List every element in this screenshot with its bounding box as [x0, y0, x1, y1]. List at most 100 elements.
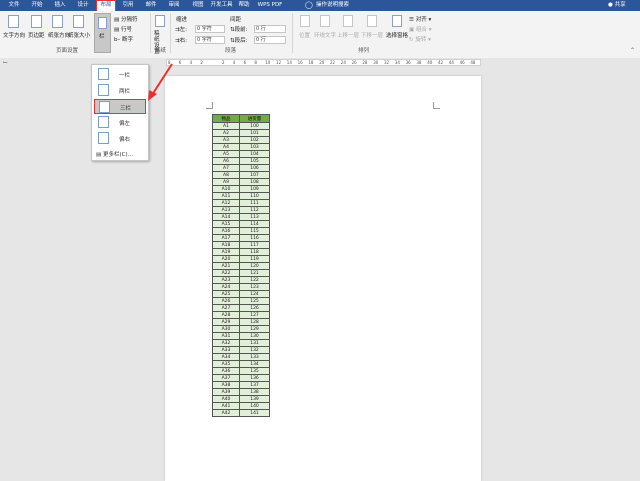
horizontal-ruler[interactable]: 8 6 4 2 2 4 6 8 10 12 14 16 18 20 22 24 26 28 30 32 34 36 38 40…: [166, 59, 481, 66]
item-cell[interactable]: A35: [212, 360, 240, 368]
quantity-cell[interactable]: 102: [239, 136, 270, 144]
item-cell[interactable]: A36: [212, 367, 240, 375]
item-cell[interactable]: A27: [212, 304, 240, 312]
item-cell[interactable]: A24: [212, 283, 240, 291]
tab-7[interactable]: 审阅: [166, 0, 182, 11]
item-cell[interactable]: A19: [212, 248, 240, 256]
spacing-after-input[interactable]: 0 行: [254, 36, 286, 44]
columns-option-0[interactable]: 一栏: [94, 67, 146, 82]
columns-option-3[interactable]: 偏左: [94, 115, 146, 130]
item-cell[interactable]: A42: [212, 409, 240, 417]
quantity-cell[interactable]: 114: [239, 220, 270, 228]
quantity-cell[interactable]: 101: [239, 129, 270, 137]
tab-6[interactable]: 邮件: [143, 0, 159, 11]
quantity-cell[interactable]: 138: [239, 388, 270, 396]
quantity-cell[interactable]: 126: [239, 304, 270, 312]
quantity-cell[interactable]: 132: [239, 346, 270, 354]
tab-0[interactable]: 文件: [6, 0, 22, 11]
wrap-text-button[interactable]: 环绕文字: [314, 31, 336, 39]
item-cell[interactable]: A29: [212, 318, 240, 326]
data-table[interactable]: 物品 进货量 A1 100 A2 101 A3 102 A4 103 A5 104 A6 105 A7 1…: [212, 114, 270, 417]
item-cell[interactable]: A18: [212, 241, 240, 249]
quantity-cell[interactable]: 118: [239, 248, 270, 256]
item-cell[interactable]: A22: [212, 269, 240, 277]
item-cell[interactable]: A41: [212, 402, 240, 410]
item-cell[interactable]: A11: [212, 192, 240, 200]
quantity-cell[interactable]: 130: [239, 332, 270, 340]
item-cell[interactable]: A37: [212, 374, 240, 382]
tab-3[interactable]: 设计: [75, 0, 91, 11]
quantity-cell[interactable]: 121: [239, 269, 270, 277]
quantity-cell[interactable]: 129: [239, 325, 270, 333]
quantity-cell[interactable]: 112: [239, 206, 270, 214]
quantity-cell[interactable]: 106: [239, 164, 270, 172]
item-cell[interactable]: A20: [212, 255, 240, 263]
item-cell[interactable]: A2: [212, 129, 240, 137]
tell-me-search[interactable]: 操作说明搜索: [316, 0, 349, 11]
item-cell[interactable]: A7: [212, 164, 240, 172]
margins-button[interactable]: 页边距: [28, 31, 45, 39]
header-cell-quantity[interactable]: 进货量: [239, 114, 270, 123]
tab-9[interactable]: 开发工具: [210, 0, 233, 11]
item-cell[interactable]: A15: [212, 220, 240, 228]
item-cell[interactable]: A28: [212, 311, 240, 319]
item-cell[interactable]: A26: [212, 297, 240, 305]
quantity-cell[interactable]: 128: [239, 318, 270, 326]
quantity-cell[interactable]: 119: [239, 255, 270, 263]
more-columns-item[interactable]: ▤ 更多栏(C)...: [96, 150, 133, 158]
indent-left-input[interactable]: 0 字符: [195, 25, 225, 33]
item-cell[interactable]: A3: [212, 136, 240, 144]
orientation-button[interactable]: 纸张方向: [48, 31, 70, 39]
rotate-button[interactable]: ↻ 旋转 ▾: [409, 35, 431, 43]
item-cell[interactable]: A25: [212, 290, 240, 298]
quantity-cell[interactable]: 137: [239, 381, 270, 389]
quantity-cell[interactable]: 124: [239, 290, 270, 298]
quantity-cell[interactable]: 125: [239, 297, 270, 305]
item-cell[interactable]: A17: [212, 234, 240, 242]
item-cell[interactable]: A16: [212, 227, 240, 235]
quantity-cell[interactable]: 136: [239, 374, 270, 382]
tab-8[interactable]: 视图: [190, 0, 206, 11]
quantity-cell[interactable]: 127: [239, 311, 270, 319]
item-cell[interactable]: A5: [212, 150, 240, 158]
quantity-cell[interactable]: 134: [239, 360, 270, 368]
item-cell[interactable]: A14: [212, 213, 240, 221]
quantity-cell[interactable]: 141: [239, 409, 270, 417]
columns-option-1[interactable]: 两栏: [94, 83, 146, 98]
quantity-cell[interactable]: 116: [239, 234, 270, 242]
item-cell[interactable]: A31: [212, 332, 240, 340]
quantity-cell[interactable]: 113: [239, 213, 270, 221]
collapse-ribbon-icon[interactable]: ⌃: [630, 47, 635, 54]
send-backward-button[interactable]: 下移一层: [361, 31, 383, 39]
columns-button[interactable]: 栏: [94, 13, 111, 53]
selection-pane-button[interactable]: 选择窗格: [386, 31, 408, 39]
item-cell[interactable]: A10: [212, 185, 240, 193]
quantity-cell[interactable]: 123: [239, 283, 270, 291]
quantity-cell[interactable]: 108: [239, 178, 270, 186]
indent-right-input[interactable]: 0 字符: [195, 36, 225, 44]
tab-10[interactable]: 帮助: [236, 0, 252, 11]
quantity-cell[interactable]: 109: [239, 185, 270, 193]
quantity-cell[interactable]: 111: [239, 199, 270, 207]
quantity-cell[interactable]: 135: [239, 367, 270, 375]
item-cell[interactable]: A40: [212, 395, 240, 403]
item-cell[interactable]: A33: [212, 346, 240, 354]
line-numbers-button[interactable]: ▤ 行号: [114, 25, 132, 33]
text-direction-button[interactable]: 文字方向: [3, 31, 25, 39]
quantity-cell[interactable]: 107: [239, 171, 270, 179]
quantity-cell[interactable]: 117: [239, 241, 270, 249]
quantity-cell[interactable]: 100: [239, 122, 270, 130]
tab-2[interactable]: 插入: [52, 0, 68, 11]
item-cell[interactable]: A34: [212, 353, 240, 361]
tab-selector-icon[interactable]: ⌙: [3, 59, 8, 66]
quantity-cell[interactable]: 120: [239, 262, 270, 270]
quantity-cell[interactable]: 139: [239, 395, 270, 403]
columns-option-2[interactable]: 三栏: [94, 99, 146, 114]
columns-option-4[interactable]: 偏右: [94, 131, 146, 146]
spacing-before-input[interactable]: 0 行: [254, 25, 286, 33]
item-cell[interactable]: A1: [212, 122, 240, 130]
quantity-cell[interactable]: 140: [239, 402, 270, 410]
item-cell[interactable]: A32: [212, 339, 240, 347]
size-button[interactable]: 纸张大小: [68, 31, 90, 39]
item-cell[interactable]: A21: [212, 262, 240, 270]
